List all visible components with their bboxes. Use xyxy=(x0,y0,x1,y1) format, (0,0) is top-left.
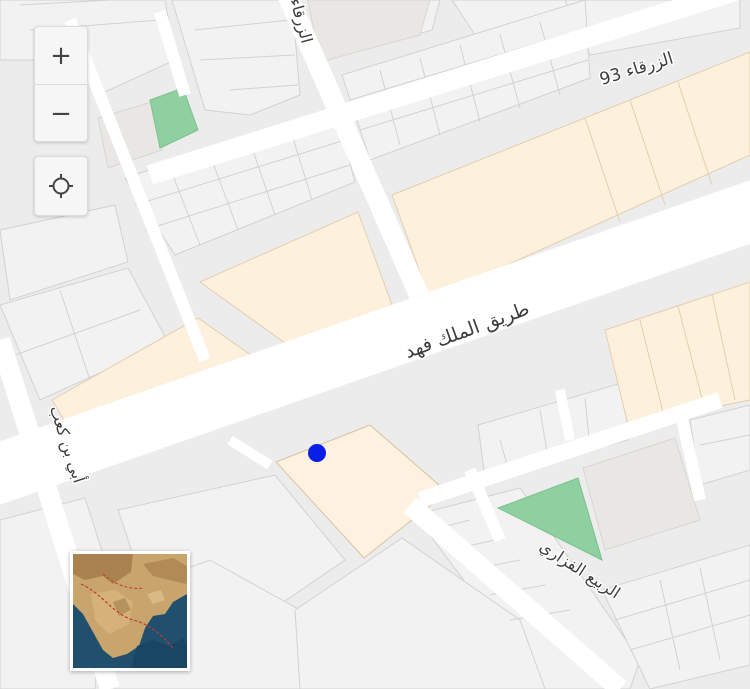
locate-me-button[interactable] xyxy=(34,156,88,216)
satellite-minimap-toggle[interactable] xyxy=(70,551,190,671)
crosshair-icon xyxy=(49,174,73,198)
location-marker[interactable] xyxy=(308,444,326,462)
zoom-controls: + − xyxy=(34,26,88,142)
zoom-in-button[interactable]: + xyxy=(35,27,87,84)
zoom-out-button[interactable]: − xyxy=(35,84,87,142)
satellite-thumbnail-icon xyxy=(73,554,187,668)
